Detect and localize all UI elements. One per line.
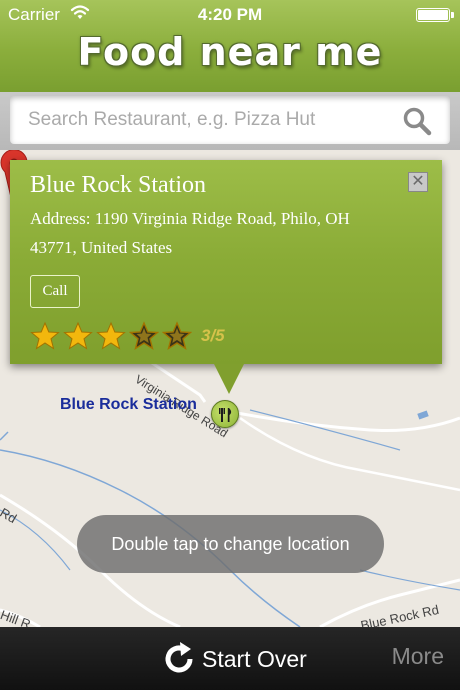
search-bar bbox=[0, 92, 460, 150]
toast-message: Double tap to change location bbox=[77, 515, 384, 573]
call-button[interactable]: Call bbox=[30, 275, 80, 308]
more-button[interactable]: More bbox=[392, 643, 444, 670]
star-icon bbox=[63, 321, 93, 350]
star-icon bbox=[96, 321, 126, 350]
rating-text: 3/5 bbox=[201, 326, 225, 345]
restaurant-callout: Blue Rock Station Address: 1190 Virginia… bbox=[10, 160, 442, 364]
callout-title: Blue Rock Station bbox=[30, 172, 206, 198]
star-icon bbox=[162, 321, 192, 351]
refresh-icon bbox=[165, 642, 193, 673]
status-bar: Carrier 4:20 PM bbox=[0, 0, 460, 30]
start-over-label: Start Over bbox=[202, 645, 307, 672]
close-icon[interactable]: ✕ bbox=[408, 172, 428, 192]
star-rating: 3/5 bbox=[30, 320, 225, 352]
battery-icon bbox=[416, 8, 454, 22]
logo-near-me: near me bbox=[199, 30, 383, 74]
callout-tail bbox=[214, 364, 244, 394]
clock: 4:20 PM bbox=[197, 5, 263, 24]
star-icon bbox=[30, 321, 60, 350]
top-bar: Carrier 4:20 PM Food near me bbox=[0, 0, 460, 92]
app-logo: Food near me bbox=[0, 30, 460, 78]
star-icon bbox=[129, 321, 159, 351]
place-label: Blue Rock Station bbox=[60, 396, 197, 413]
search-input[interactable] bbox=[28, 96, 398, 144]
start-over-button[interactable]: Start Over bbox=[160, 641, 307, 677]
callout-address: Address: 1190 Virginia Ridge Road, Philo… bbox=[30, 209, 350, 257]
search-field[interactable] bbox=[10, 96, 450, 144]
restaurant-marker-icon[interactable] bbox=[211, 400, 239, 428]
logo-food: Food bbox=[77, 30, 186, 74]
search-icon[interactable] bbox=[402, 106, 432, 136]
bottom-toolbar: Start Over More bbox=[0, 627, 460, 690]
